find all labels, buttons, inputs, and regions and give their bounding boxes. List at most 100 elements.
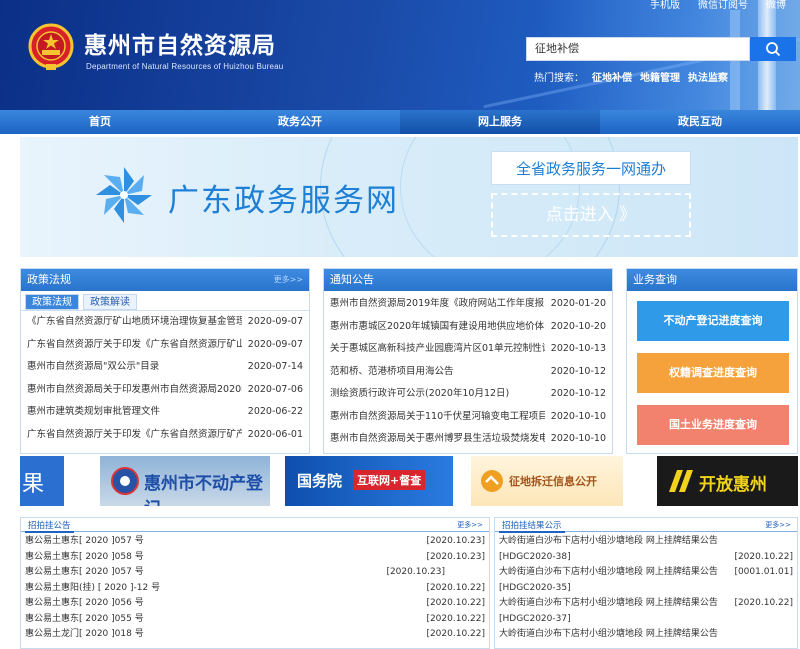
list-item: [HDGC2020-38] [2020.10.22]: [499, 550, 793, 566]
list-item: 大岭街道白沙布下店村小组沙塘地段 网上挂牌结果公告 [2020.10.22]: [499, 596, 793, 612]
notice-panel-header: 通知公告: [324, 269, 612, 291]
list-item-date: 2020-09-07: [247, 338, 303, 350]
list-item-title[interactable]: [HDGC2020-38]: [499, 550, 571, 566]
list-item: [HDGC2020-37]: [499, 612, 793, 628]
list-item: 惠州市自然资源局关于惠州博罗县生活垃圾焚烧发电厂 2020-10-10: [330, 428, 606, 451]
list-item: [HDGC2020-35]: [499, 581, 793, 597]
list-item-date: 2020-09-07: [247, 316, 303, 327]
list-item-date: 2020-10-13: [550, 343, 606, 354]
list-item-title[interactable]: 惠州市惠城区2020年城镇国有建设用地供应地价体系: [330, 316, 545, 339]
list-item: 惠州市建筑类规划审批管理文件 2020-06-22: [27, 401, 303, 424]
hot-word-1[interactable]: 征地补偿: [592, 69, 632, 84]
hot-search-label: 热门搜索：: [534, 73, 584, 84]
list-item: 惠州市自然资源局"双公示"目录 2020-07-14: [27, 356, 303, 379]
list-item-title[interactable]: 大岭街道白沙布下店村小组沙塘地段 网上挂牌结果公告: [499, 534, 718, 550]
list-item: 惠州市自然资源局2019年度《政府网站工作年度报 2020-01-20: [330, 293, 606, 316]
bid-notice-more-link[interactable]: 更多>>: [457, 520, 483, 530]
hot-word-2[interactable]: 地籍管理: [640, 69, 680, 84]
bid-result-more-link[interactable]: 更多>>: [765, 520, 791, 530]
policy-panel-header: 政策法规 更多>>: [21, 269, 309, 291]
list-item-title[interactable]: 惠州市自然资源局关于110千伏星河输变电工程项目用: [330, 406, 545, 429]
list-item-title[interactable]: 惠公易土惠东[ 2020 ]056 号: [25, 596, 144, 612]
link-banner-property-registration[interactable]: 惠州市不动产登记: [100, 456, 270, 506]
list-item-title[interactable]: 惠州市自然资源局关于印发惠州市自然资源局2020年: [27, 379, 242, 402]
hot-word-3[interactable]: 执法监察: [688, 69, 728, 84]
list-item-title[interactable]: [HDGC2020-35]: [499, 581, 571, 597]
nav-interaction[interactable]: 政民互动: [600, 110, 800, 134]
list-item-title[interactable]: 惠公易土惠阳(挂) [ 2020 ]-12 号: [25, 581, 160, 597]
list-item: 《广东省自然资源厅矿山地质环境治理恢复基金管理暂 2020-09-07: [27, 311, 303, 334]
list-item-date: 2020-06-01: [247, 428, 303, 440]
link-banner-open-huizhou[interactable]: 开放惠州: [657, 456, 798, 506]
banner-title: 广东政务服务网: [168, 183, 399, 219]
list-item-title[interactable]: 广东省自然资源厅关于印发《广东省自然资源厅矿山地: [27, 334, 242, 357]
links-strip: 果 惠州市不动产登记 国务院 互联网+督查 征地拆迁信息公开 开放惠州: [20, 456, 798, 506]
list-item: 惠公易土惠阳(挂) [ 2020 ]-12 号 [2020.10.22]: [25, 581, 485, 597]
list-item-date: 2020-07-14: [247, 361, 303, 372]
national-emblem-icon: [28, 23, 74, 70]
link-banner-text: 惠州市不动产登记: [144, 474, 263, 506]
list-item-title[interactable]: 惠公易土惠东[ 2020 ]058 号: [25, 550, 144, 566]
tab-bid-notice[interactable]: 招拍挂公告: [25, 519, 74, 533]
list-item: 惠州市自然资源局关于110千伏星河输变电工程项目用 2020-10-10: [330, 406, 606, 429]
gd-service-banner[interactable]: 广东政务服务网 全省政务服务一网通办 点击进入 》: [20, 137, 798, 257]
list-item: 大岭街道白沙布下店村小组沙塘地段 网上挂牌结果公告 [0001.01.01]: [499, 565, 793, 581]
list-item-title[interactable]: 关于惠城区高新科技产业园鹿湾片区01单元控制性详细: [330, 338, 545, 361]
search-input[interactable]: 征地补偿: [526, 37, 750, 61]
list-item: 惠州市自然资源局关于印发惠州市自然资源局2020年 2020-07-06: [27, 379, 303, 402]
list-item-date: [2020.10.22]: [426, 613, 485, 624]
land-business-query-button[interactable]: 国土业务进度查询: [637, 405, 789, 445]
list-item: 广东省自然资源厅关于印发《广东省自然资源厅矿产资 2020-06-01: [27, 424, 303, 447]
list-item-title[interactable]: 范和桥、范港桥项目用海公告: [330, 361, 545, 384]
policy-more-link[interactable]: 更多>>: [274, 269, 303, 291]
tab-policy-interpretation[interactable]: 政策解读: [83, 294, 137, 310]
cadastral-survey-query-button[interactable]: 权籍调查进度查询: [637, 353, 789, 393]
list-item-title[interactable]: 惠公易土惠东[ 2020 ]057 号: [25, 534, 144, 550]
tab-bid-result[interactable]: 招拍挂结果公示: [499, 519, 565, 533]
list-item-title[interactable]: 测绘资质行政许可公示(2020年10月12日): [330, 383, 545, 406]
list-item-title[interactable]: 惠公易土惠东[ 2020 ]057 号: [25, 565, 144, 581]
list-item-title[interactable]: 惠公易土龙门[ 2020 ]018 号: [25, 627, 144, 643]
business-panel-title: 业务查询: [633, 273, 677, 286]
link-banner-partial[interactable]: 果: [20, 456, 64, 506]
top-link-mobile[interactable]: 手机版: [650, 0, 680, 11]
site-name[interactable]: 惠州市自然资源局: [84, 26, 276, 60]
list-item-title[interactable]: 大岭街道白沙布下店村小组沙塘地段 网上挂牌结果公告: [499, 627, 718, 643]
list-item-date: 2020-10-20: [550, 320, 606, 332]
list-item-title[interactable]: [HDGC2020-37]: [499, 612, 571, 628]
link-banner-state-council[interactable]: 国务院 互联网+督查: [285, 456, 453, 506]
list-item-date: [0001.01.01]: [734, 567, 793, 577]
list-item-title[interactable]: 大岭街道白沙布下店村小组沙塘地段 网上挂牌结果公告: [499, 565, 718, 581]
search-button[interactable]: [750, 37, 796, 61]
tab-policy[interactable]: 政策法规: [25, 294, 79, 310]
list-item-date: 2020-07-06: [247, 383, 303, 395]
list-item-title[interactable]: 惠州市自然资源局2019年度《政府网站工作年度报: [330, 293, 545, 316]
link-banner-land-acquisition[interactable]: 征地拆迁信息公开: [471, 456, 623, 506]
bid-notice-board: 招拍挂公告 更多>> 惠公易土惠东[ 2020 ]057 号 [2020.10.2…: [20, 517, 490, 649]
top-link-weibo[interactable]: 微博: [766, 0, 786, 11]
property-registration-query-button[interactable]: 不动产登记进度查询: [637, 301, 789, 341]
list-item: 广东省自然资源厅关于印发《广东省自然资源厅矿山地 2020-09-07: [27, 334, 303, 357]
nav-home[interactable]: 首页: [0, 110, 200, 134]
land-acquisition-icon: [481, 470, 503, 492]
list-item-title[interactable]: 广东省自然资源厅关于印发《广东省自然资源厅矿产资: [27, 424, 242, 447]
list-item-date: 2020-06-22: [247, 406, 303, 417]
list-item-title[interactable]: 惠州市自然资源局关于惠州博罗县生活垃圾焚烧发电厂: [330, 428, 545, 451]
list-item-title[interactable]: 惠州市建筑类规划审批管理文件: [27, 401, 242, 424]
policy-subtabs: 政策法规 政策解读: [21, 291, 309, 311]
list-item: 惠公易土惠东[ 2020 ]055 号 [2020.10.22]: [25, 612, 485, 628]
banner-enter-button[interactable]: 点击进入 》: [491, 193, 691, 237]
list-item-title[interactable]: 惠州市自然资源局"双公示"目录: [27, 356, 242, 379]
link-banner-text: 果: [22, 472, 45, 497]
link-banner-text: 开放惠州: [699, 475, 767, 495]
list-item-title[interactable]: 大岭街道白沙布下店村小组沙塘地段 网上挂牌结果公告: [499, 596, 718, 612]
list-item-title[interactable]: 惠公易土惠东[ 2020 ]055 号: [25, 612, 144, 628]
top-link-wechat[interactable]: 微信订阅号: [698, 0, 748, 11]
business-query-panel: 业务查询 不动产登记进度查询 权籍调查进度查询 国土业务进度查询: [626, 268, 798, 454]
list-item-title[interactable]: 《广东省自然资源厅矿山地质环境治理恢复基金管理暂: [27, 311, 242, 334]
list-item-date: 2020-10-12: [550, 388, 606, 399]
list-item: 惠公易土惠东[ 2020 ]057 号 [2020.10.23]: [25, 565, 485, 581]
nav-gov-affairs[interactable]: 政务公开: [200, 110, 400, 134]
nav-online-service[interactable]: 网上服务: [400, 110, 600, 134]
list-item-date: [2020.10.23]: [426, 551, 485, 562]
